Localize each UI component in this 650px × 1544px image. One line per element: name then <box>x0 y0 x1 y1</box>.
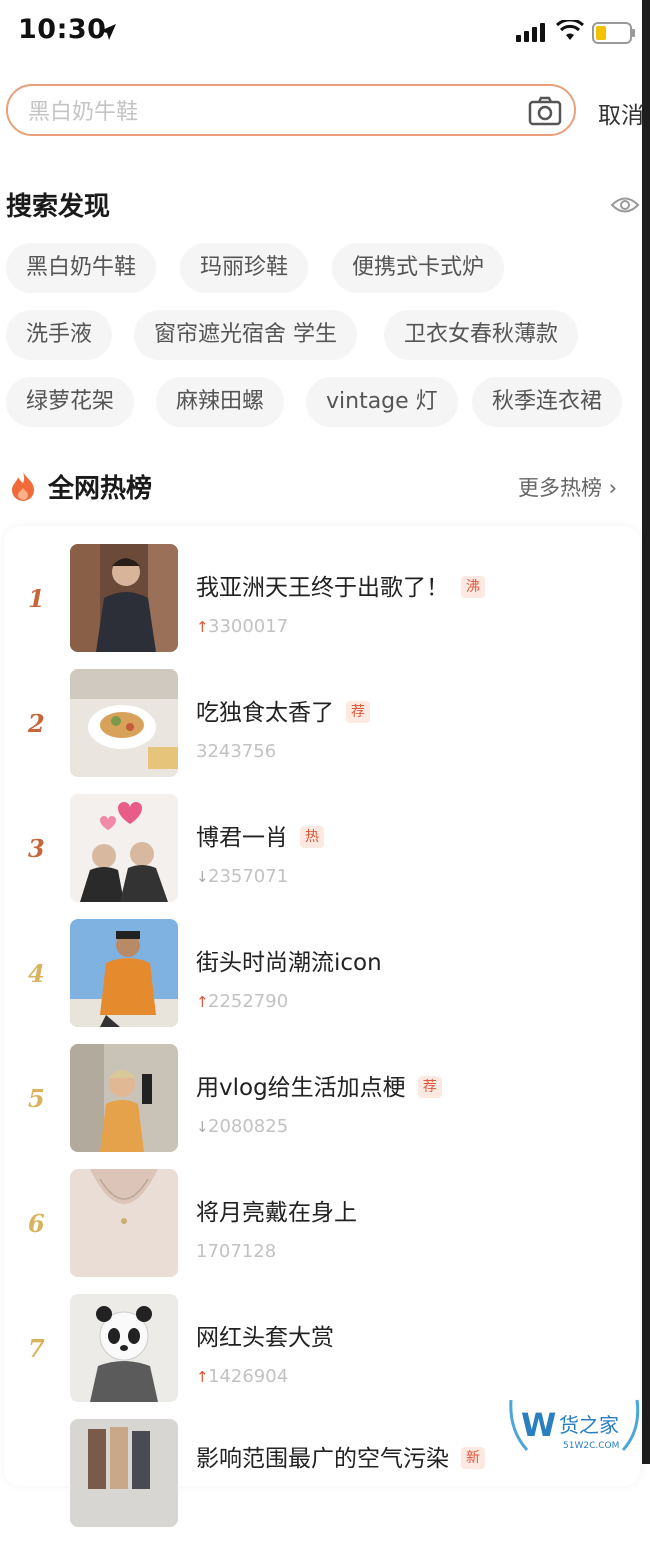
discovery-tag[interactable]: 麻辣田螺 <box>156 377 285 427</box>
item-title: 网红头套大赏 <box>196 1325 334 1351</box>
item-count: ↑2252790 <box>196 991 289 1012</box>
recommend-badge: 荐 <box>346 700 370 723</box>
item-thumbnail <box>70 794 178 902</box>
discovery-tag[interactable]: 黑白奶牛鞋 <box>6 243 157 293</box>
item-count: ↑1426904 <box>196 1366 289 1387</box>
trend-up-icon: ↑ <box>196 993 209 1011</box>
discovery-title: 搜索发现 <box>6 192 111 222</box>
discovery-tag[interactable]: 秋季连衣裙 <box>472 377 623 427</box>
svg-text:W: W <box>521 1406 556 1444</box>
rank-number: 4 <box>28 959 45 988</box>
cancel-button[interactable]: 取消 <box>598 96 644 130</box>
svg-text:51W2C.COM: 51W2C.COM <box>563 1441 619 1451</box>
camera-icon[interactable] <box>528 96 562 126</box>
hot-list-item[interactable]: 2 吃独食太香了荐 3243756 <box>0 669 640 794</box>
rank-number: 5 <box>28 1084 45 1113</box>
watermark-logo: W 货之家 51W2C.COM <box>505 1390 645 1464</box>
item-thumbnail <box>70 1169 178 1277</box>
cellular-signal-icon <box>516 23 545 42</box>
trend-up-icon: ↑ <box>196 618 209 636</box>
item-thumbnail <box>70 1419 178 1527</box>
search-input[interactable] <box>26 96 510 128</box>
item-thumbnail <box>70 1044 178 1152</box>
rank-number: 1 <box>28 584 45 613</box>
hot-list-item[interactable]: 4 街头时尚潮流icon ↑2252790 <box>0 919 640 1044</box>
location-arrow-icon <box>100 24 116 40</box>
battery-icon <box>592 22 635 44</box>
hot-list-item[interactable]: 1 我亚洲天王终于出歌了！沸 ↑3300017 <box>0 544 640 669</box>
rank-number: 3 <box>28 834 45 863</box>
rank-number: 2 <box>28 709 45 738</box>
item-thumbnail <box>70 919 178 1027</box>
item-title: 将月亮戴在身上 <box>196 1200 357 1226</box>
discovery-tag[interactable]: vintage 灯 <box>306 377 458 427</box>
discovery-tag[interactable]: 窗帘遮光宿舍 学生 <box>134 310 357 360</box>
discovery-tag[interactable]: 便携式卡式炉 <box>332 243 505 293</box>
item-thumbnail <box>70 544 178 652</box>
item-title: 街头时尚潮流icon <box>196 950 382 976</box>
item-count: 3243756 <box>196 741 277 762</box>
eye-icon[interactable] <box>610 194 640 216</box>
rank-number: 7 <box>28 1334 45 1363</box>
item-thumbnail <box>70 669 178 777</box>
item-title: 我亚洲天王终于出歌了！沸 <box>196 568 485 602</box>
item-title: 博君一肖热 <box>196 818 324 852</box>
item-count: 1707128 <box>196 1241 277 1262</box>
status-time: 10:30 <box>18 14 107 45</box>
trend-down-icon: ↓ <box>196 1118 209 1136</box>
item-count: ↓2357071 <box>196 866 289 887</box>
fire-icon <box>12 471 34 501</box>
discovery-tag[interactable]: 洗手液 <box>6 310 113 360</box>
discovery-tag[interactable]: 绿萝花架 <box>6 377 135 427</box>
more-hot-list-link[interactable]: 更多热榜 › <box>518 472 617 502</box>
wifi-icon <box>556 20 584 40</box>
recommend-badge: 荐 <box>417 1075 442 1098</box>
item-title: 用vlog给生活加点梗荐 <box>196 1068 442 1102</box>
trend-down-icon: ↓ <box>196 868 209 886</box>
trend-up-icon: ↑ <box>196 1368 209 1386</box>
item-title: 吃独食太香了荐 <box>196 693 370 727</box>
rank-number: 6 <box>28 1209 45 1238</box>
svg-text:货之家: 货之家 <box>559 1413 619 1437</box>
hot-list-item[interactable]: 5 用vlog给生活加点梗荐 ↓2080825 <box>0 1044 640 1169</box>
item-count: ↓2080825 <box>196 1116 289 1137</box>
screen-edge <box>642 0 650 1464</box>
hot-list-item[interactable]: 6 将月亮戴在身上 1707128 <box>0 1169 640 1294</box>
new-badge: 新 <box>461 1446 485 1469</box>
item-thumbnail <box>70 1294 178 1402</box>
discovery-tag[interactable]: 卫衣女春秋薄款 <box>384 310 579 360</box>
hot-list-item[interactable]: 3 博君一肖热 ↓2357071 <box>0 794 640 919</box>
status-bar: 10:30 <box>0 0 642 70</box>
search-bar[interactable] <box>6 84 576 136</box>
item-title: 影响范围最广的空气污染新 <box>196 1439 485 1473</box>
hot-badge: 沸 <box>461 575 485 598</box>
hot-list-title: 全网热榜 <box>48 474 153 504</box>
item-count: ↑3300017 <box>196 616 289 637</box>
discovery-tag[interactable]: 玛丽珍鞋 <box>180 243 309 293</box>
hot-badge: 热 <box>300 825 324 848</box>
